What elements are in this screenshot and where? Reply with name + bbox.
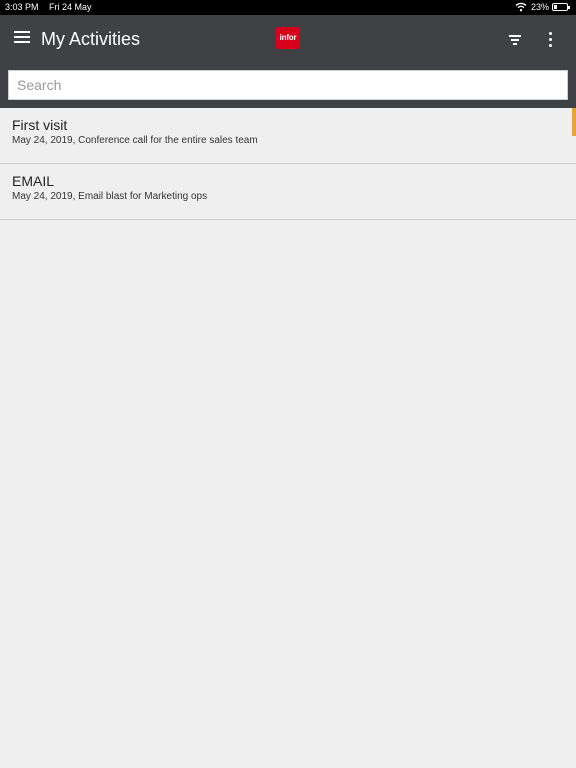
list-item[interactable]: EMAIL May 24, 2019, Email blast for Mark… bbox=[0, 164, 576, 220]
infor-logo: infor bbox=[276, 27, 300, 49]
more-vertical-icon[interactable] bbox=[547, 31, 555, 49]
search-input[interactable] bbox=[8, 70, 568, 100]
status-bar: 3:03 PM Fri 24 May 23% bbox=[0, 0, 576, 15]
app-header: My Activities infor bbox=[0, 15, 576, 108]
status-date: Fri 24 May bbox=[49, 2, 92, 12]
activity-subtitle: May 24, 2019, Conference call for the en… bbox=[12, 135, 258, 146]
battery-icon bbox=[552, 3, 570, 11]
activity-list: First visit May 24, 2019, Conference cal… bbox=[0, 108, 576, 220]
page-title: My Activities bbox=[41, 29, 141, 49]
app-screen: 3:03 PM Fri 24 May 23% My Activities inf… bbox=[0, 0, 576, 768]
filter-icon[interactable] bbox=[509, 34, 523, 46]
wifi-icon bbox=[515, 2, 527, 12]
activity-title: First visit bbox=[12, 117, 68, 133]
activity-title: EMAIL bbox=[12, 173, 55, 189]
list-item[interactable]: First visit May 24, 2019, Conference cal… bbox=[0, 108, 576, 164]
menu-icon[interactable] bbox=[14, 29, 32, 45]
activity-subtitle: May 24, 2019, Email blast for Marketing … bbox=[12, 191, 208, 202]
status-time: 3:03 PM bbox=[5, 2, 39, 12]
battery-percentage: 23% bbox=[531, 2, 550, 12]
